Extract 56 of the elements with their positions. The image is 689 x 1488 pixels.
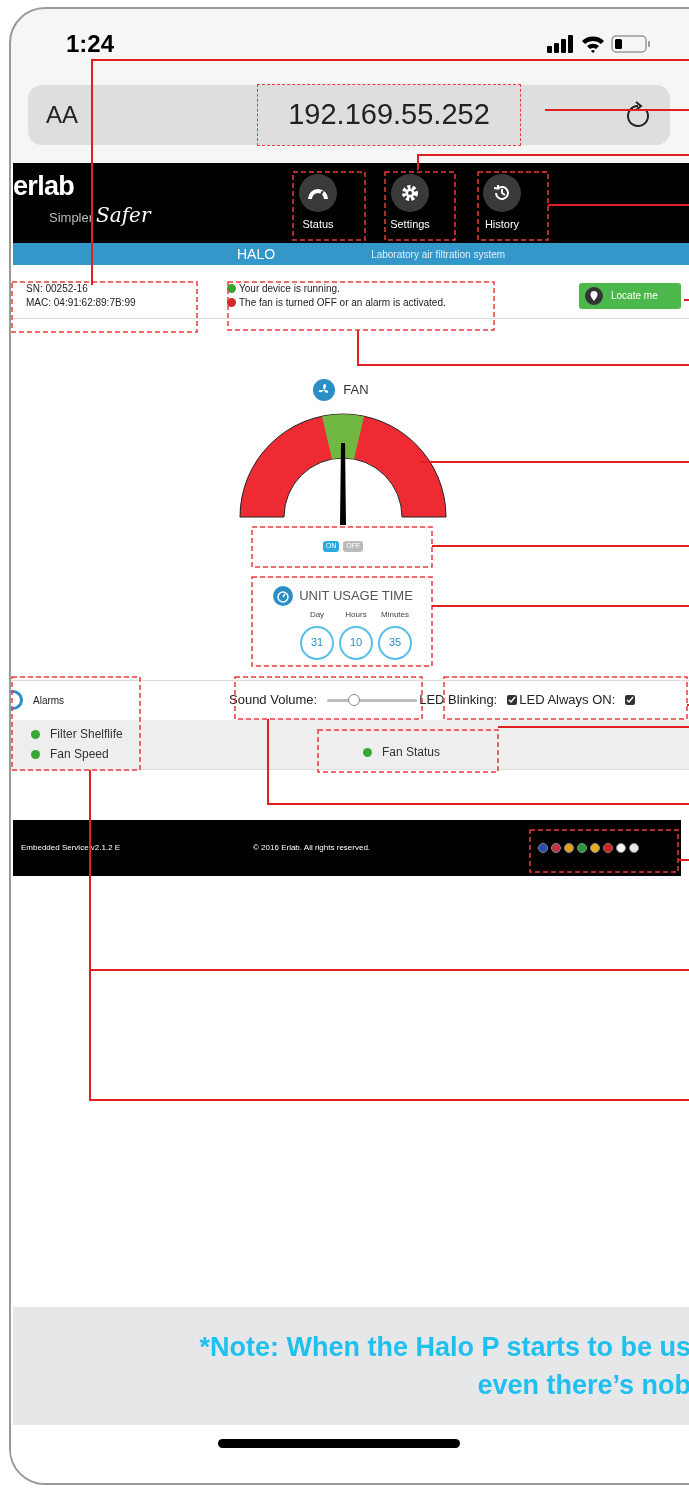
slider-thumb[interactable] [348, 694, 361, 706]
unit-value: 10 [339, 625, 373, 660]
alarm-label: Filter Shelflife [50, 726, 123, 743]
gear-icon [391, 173, 429, 212]
unit-label: Hours [345, 608, 367, 621]
gauge-icon [299, 173, 337, 212]
unit-label: Minutes [381, 608, 409, 621]
legend-text: The fan is turned OFF or an alarm is activated. [239, 295, 446, 310]
url-text: 192.169.55.252 [257, 84, 521, 146]
callout-box [477, 171, 549, 241]
note-text: *Note: When the Halo P starts to be us [199, 1331, 689, 1364]
banner-title: HALO [237, 244, 276, 264]
battery-icon [611, 35, 651, 53]
callout-box [384, 171, 456, 241]
mac-address: MAC: 04:91:62:89:7B:99 [26, 295, 137, 310]
version-text: Embedded Service v2.1.2 E [20, 841, 122, 854]
fan-icon [313, 379, 336, 401]
flag-icon[interactable] [629, 842, 639, 853]
usage-title: UNIT USAGE TIME [299, 586, 413, 605]
tagline: Safer [96, 201, 151, 229]
copyright-text: © 2016 Erlab. All rights reserved. [253, 841, 372, 854]
serial-number: SN: 00252-16 [26, 281, 89, 296]
sound-label: Sound Volume: [229, 691, 318, 710]
signal-icon [547, 35, 575, 53]
unit-label: Day [309, 608, 325, 621]
clock: 1:24 [66, 29, 115, 59]
leader-line [683, 299, 689, 301]
banner-subtitle: Laboratory air filtration system [371, 247, 506, 262]
unit-value: 31 [300, 625, 334, 660]
nav-button[interactable]: Status [283, 173, 353, 233]
text-size-button[interactable]: AA [46, 97, 78, 133]
logo: erlab [13, 172, 76, 200]
flag-icon[interactable] [590, 842, 600, 853]
flag-icon[interactable] [616, 842, 626, 853]
fan-title: FAN [343, 381, 369, 400]
checkbox-label: LED Blinking: [419, 691, 498, 710]
history-icon [483, 173, 521, 212]
flag-icon[interactable] [564, 842, 574, 853]
volume-slider[interactable] [327, 693, 418, 707]
nav-button[interactable]: Settings [375, 173, 445, 233]
leader-line [686, 704, 689, 706]
legend-text: Your device is running. [239, 281, 340, 296]
alarm-label: Fan Speed [50, 746, 109, 763]
checkbox-label: LED Always ON: [519, 691, 616, 710]
unit-value: 35 [378, 625, 412, 660]
nav-button[interactable]: History [467, 173, 537, 233]
alarms-title: Alarms [33, 693, 65, 708]
checkbox[interactable] [625, 695, 636, 705]
address-bar[interactable]: AA 192.169.55.252 [28, 85, 670, 145]
reload-icon[interactable] [626, 101, 652, 129]
tagline: Simpler [49, 208, 94, 227]
checkbox[interactable] [507, 695, 518, 705]
stopwatch-icon [273, 585, 294, 606]
wifi-icon [581, 35, 605, 53]
location-pin-icon [585, 286, 603, 305]
fan-status-label: Fan Status [382, 744, 441, 761]
